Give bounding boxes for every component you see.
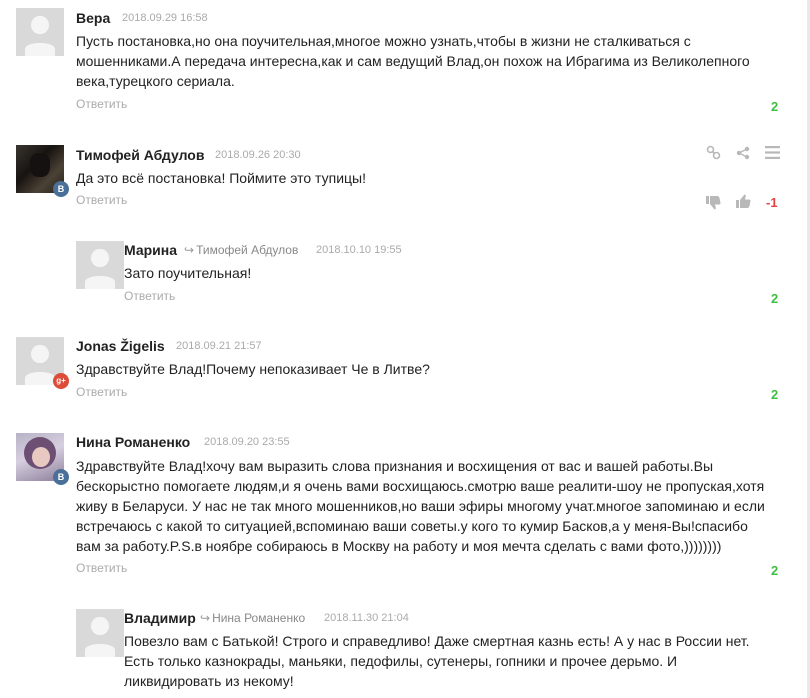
comment-author[interactable]: Владимир	[124, 610, 196, 626]
reply-button[interactable]: Ответить	[76, 97, 127, 111]
thumbs-up-icon[interactable]	[736, 194, 751, 209]
comment-author[interactable]: Jonas Žigelis	[76, 338, 165, 354]
comment-score: -1	[766, 195, 778, 210]
reply-to-author[interactable]: ↪ Тимофей Абдулов	[184, 243, 298, 257]
comment-score: 2	[771, 563, 779, 578]
reply-arrow-icon: ↪	[184, 243, 195, 257]
menu-icon[interactable]	[765, 146, 780, 159]
vk-badge-icon: B	[53, 469, 69, 485]
comment-score: 2	[771, 387, 779, 402]
comment-date: 2018.09.20 23:55	[204, 436, 290, 448]
vk-badge-icon: B	[53, 181, 69, 197]
comment-text: Зато поучительная!	[124, 265, 252, 281]
reply-button[interactable]: Ответить	[124, 289, 175, 303]
comment-text: Да это всё постановка! Поймите это тупиц…	[76, 170, 366, 186]
reply-to-author[interactable]: ↪ Нина Романенко	[200, 611, 305, 625]
reply-button[interactable]: Ответить	[76, 193, 127, 207]
comment-score: 2	[771, 99, 779, 114]
comment-author[interactable]: Вера	[76, 10, 110, 26]
avatar	[76, 241, 124, 289]
comment-date: 2018.09.26 20:30	[215, 149, 301, 161]
comment-date: 2018.10.10 19:55	[316, 244, 402, 256]
reply-button[interactable]: Ответить	[76, 385, 127, 399]
thumbs-down-icon[interactable]	[706, 195, 721, 210]
comment-author[interactable]: Марина	[124, 242, 177, 258]
comment-author[interactable]: Тимофей Абдулов	[76, 147, 204, 163]
avatar	[16, 8, 64, 56]
comment-text: Здравствуйте Влад!хочу вам выразить слов…	[76, 458, 765, 554]
google-plus-badge-icon: g+	[53, 373, 69, 389]
comment-date: 2018.09.29 16:58	[122, 12, 208, 24]
comment-text: Здравствуйте Влад!Почему непоказивает Че…	[76, 361, 430, 377]
link-icon[interactable]	[706, 145, 721, 160]
comment-date: 2018.11.30 21:04	[324, 612, 409, 624]
comment-score: 2	[771, 291, 779, 306]
comment-text: Пусть постановка,но она поучительная,мно…	[76, 33, 750, 89]
reply-button[interactable]: Ответить	[76, 561, 127, 575]
avatar	[76, 609, 124, 657]
comment-date: 2018.09.21 21:57	[176, 340, 262, 352]
share-icon[interactable]	[736, 146, 750, 160]
comment-author[interactable]: Нина Романенко	[76, 434, 190, 450]
comment-text: Повезло вам с Батькой! Строго и справедл…	[124, 633, 750, 689]
reply-arrow-icon: ↪	[200, 611, 211, 625]
